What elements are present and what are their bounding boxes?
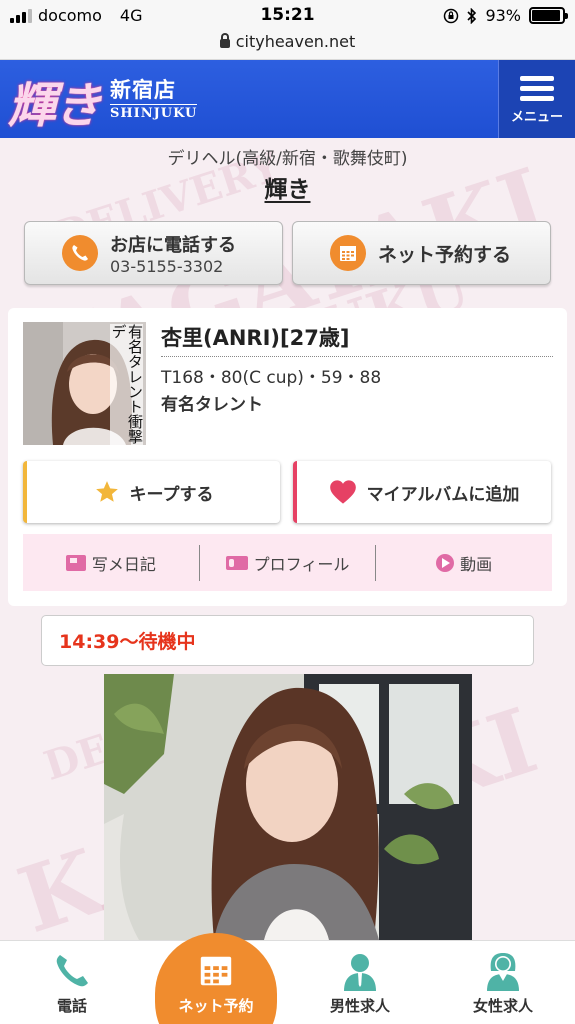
add-to-album-button[interactable]: マイアルバムに追加	[293, 461, 551, 523]
address-bar[interactable]: cityheaven.net	[0, 32, 575, 51]
call-shop-label: お店に電話する	[110, 234, 236, 256]
url-text: cityheaven.net	[235, 32, 356, 51]
play-icon	[436, 553, 455, 572]
main-photo[interactable]	[104, 674, 472, 940]
tab-profile[interactable]: プロフィール	[198, 544, 376, 581]
thumbnail-caption: 有名タレント衝撃デ	[109, 324, 144, 445]
logo-branch-name: 新宿店	[110, 77, 177, 102]
profile-card: 有名タレント衝撃デ 杏里(ANRI)[27歳] T168・80(C cup)・5…	[8, 308, 567, 606]
menu-button[interactable]: メニュー	[498, 60, 575, 138]
nav-men-recruit[interactable]: 男性求人	[310, 941, 410, 1024]
calendar-icon	[330, 235, 366, 271]
device-status: 93%	[443, 6, 568, 25]
nav-label: ネット予約	[178, 997, 254, 1015]
nav-label: 電話	[56, 997, 87, 1015]
net-reserve-button[interactable]: ネット予約する	[292, 221, 551, 285]
keep-label: キープする	[129, 484, 214, 505]
bottom-navigation: 電話 ネット予約 男性求人 女性求人	[0, 933, 575, 1024]
man-icon	[344, 954, 376, 991]
star-icon	[95, 481, 118, 502]
site-header: 輝き 新宿店 SHINJUKU メニュー	[0, 60, 575, 138]
bluetooth-icon	[467, 7, 477, 24]
phone-icon	[56, 955, 88, 987]
girl-catchphrase: 有名タレント	[161, 395, 263, 415]
nav-net-reserve[interactable]: ネット予約	[155, 933, 277, 1024]
ios-status-bar: docomo 4G 15:21 93% cityheaven.net	[0, 0, 575, 60]
calendar-icon	[200, 956, 232, 986]
menu-label: メニュー	[510, 110, 563, 125]
add-to-album-label: マイアルバムに追加	[366, 484, 520, 505]
battery-percent: 93%	[485, 6, 521, 25]
battery-icon	[529, 7, 568, 24]
hamburger-icon	[520, 76, 554, 101]
nav-women-recruit[interactable]: 女性求人	[453, 941, 553, 1024]
lock-icon	[219, 33, 230, 48]
standby-status: 14:39〜待機中	[41, 615, 534, 666]
keep-button[interactable]: キープする	[23, 461, 280, 523]
tab-label: 写メ日記	[91, 554, 156, 574]
girl-measurements: T168・80(C cup)・59・88	[161, 368, 382, 388]
phone-icon	[62, 235, 98, 271]
nav-call[interactable]: 電話	[22, 941, 122, 1024]
shop-category: デリヘル(高級/新宿・歌舞伎町)	[167, 149, 408, 169]
main-photo-image	[104, 674, 472, 940]
tab-video[interactable]: 動画	[375, 544, 552, 581]
woman-icon	[487, 953, 519, 991]
profile-card-icon	[225, 555, 248, 570]
nav-label: 男性求人	[329, 997, 390, 1015]
orientation-lock-icon	[444, 8, 459, 23]
shop-logo[interactable]: 輝き 新宿店 SHINJUKU	[8, 66, 198, 136]
logo-wordmark: 輝き	[8, 78, 102, 134]
profile-tabs: 写メ日記 プロフィール 動画	[23, 534, 552, 591]
call-shop-button[interactable]: お店に電話する 03-5155-3302	[24, 221, 283, 285]
tab-photo-diary[interactable]: 写メ日記	[23, 545, 199, 581]
nav-label: 女性求人	[472, 997, 533, 1015]
tab-label: プロフィール	[253, 554, 350, 574]
heart-icon	[329, 480, 356, 504]
tab-label: 動画	[460, 554, 493, 574]
profile-thumbnail[interactable]: 有名タレント衝撃デ	[23, 322, 146, 445]
net-reserve-label: ネット予約する	[378, 243, 512, 266]
shop-name-link[interactable]: 輝き	[0, 170, 575, 204]
logo-branch-block: 新宿店 SHINJUKU	[110, 74, 198, 121]
logo-branch-roman: SHINJUKU	[110, 104, 198, 121]
girl-name: 杏里(ANRI)[27歳]	[161, 322, 553, 357]
battery-level	[532, 10, 560, 21]
diary-icon	[65, 554, 86, 571]
shop-phone-number: 03-5155-3302	[110, 256, 224, 276]
